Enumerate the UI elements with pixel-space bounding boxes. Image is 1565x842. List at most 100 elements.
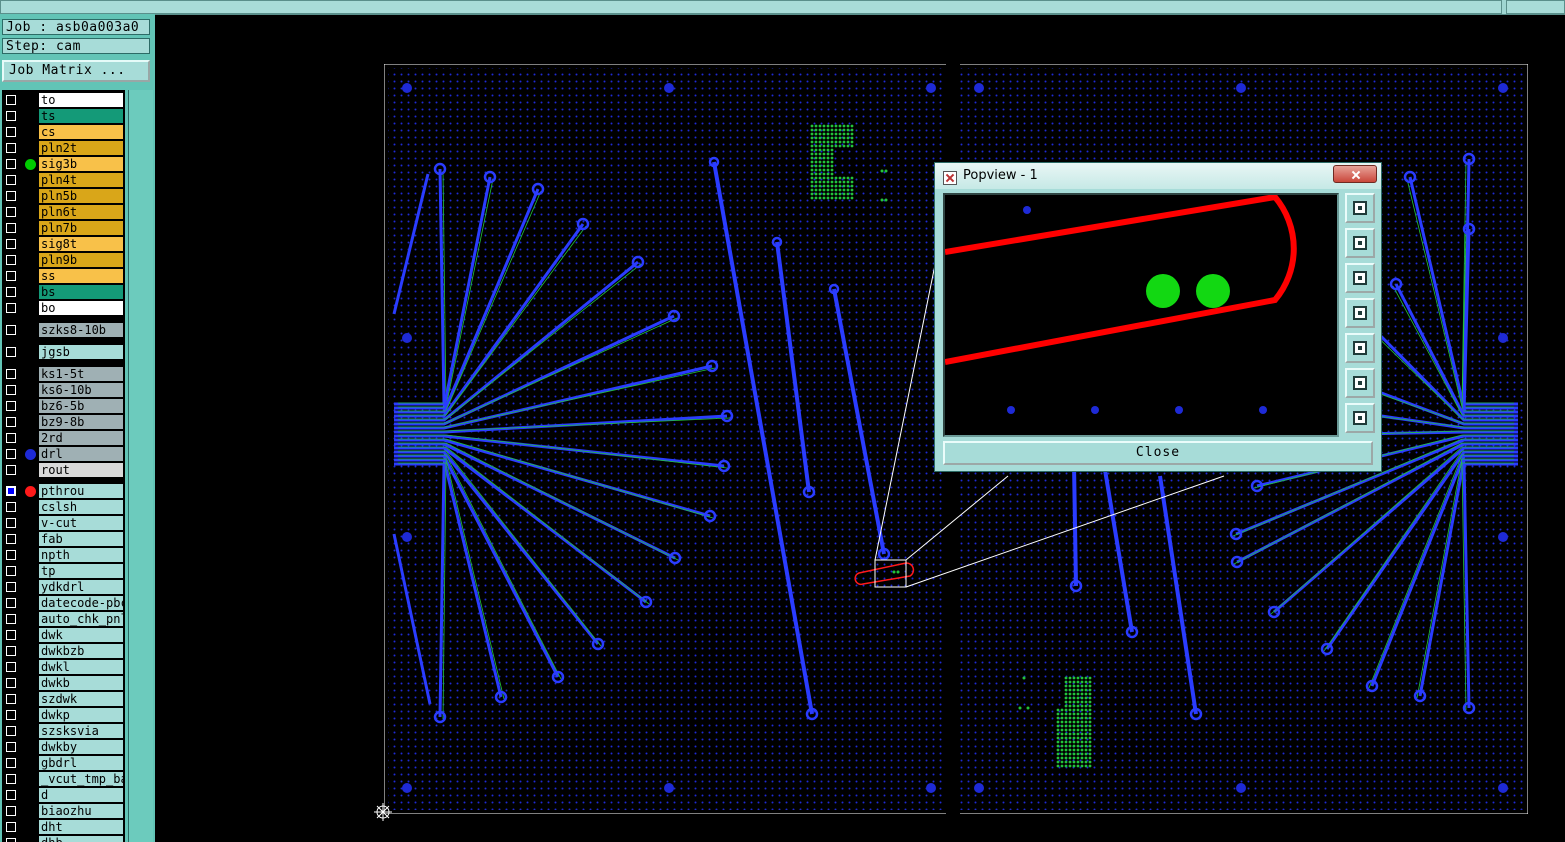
- layer-row-ydkdrl[interactable]: ydkdrl: [2, 579, 125, 595]
- layer-checkbox[interactable]: [6, 838, 16, 842]
- layer-checkbox[interactable]: [6, 598, 16, 608]
- layer-checkbox[interactable]: [6, 662, 16, 672]
- layer-row-dwkp[interactable]: dwkp: [2, 707, 125, 723]
- layer-row-szdwk[interactable]: szdwk: [2, 691, 125, 707]
- layer-row-2rd[interactable]: 2rd: [2, 430, 125, 446]
- layer-checkbox[interactable]: [6, 401, 16, 411]
- layer-row-d[interactable]: d: [2, 787, 125, 803]
- layer-row-bo[interactable]: bo: [2, 300, 125, 316]
- layer-checkbox[interactable]: [6, 790, 16, 800]
- layer-row-dwkl[interactable]: dwkl: [2, 659, 125, 675]
- layer-checkbox[interactable]: [6, 822, 16, 832]
- layer-row-tp[interactable]: tp: [2, 563, 125, 579]
- layer-row-fab[interactable]: fab: [2, 531, 125, 547]
- layer-row-ss[interactable]: ss: [2, 268, 125, 284]
- layer-checkbox[interactable]: [6, 550, 16, 560]
- layer-row-dwkbzb[interactable]: dwkbzb: [2, 643, 125, 659]
- layer-row-dwk[interactable]: dwk: [2, 627, 125, 643]
- layer-row-pln4t[interactable]: pln4t: [2, 172, 125, 188]
- layer-checkbox[interactable]: [6, 758, 16, 768]
- layer-row-dht[interactable]: dht: [2, 819, 125, 835]
- fit-screen-icon[interactable]: [1345, 403, 1375, 433]
- layer-checkbox[interactable]: [6, 255, 16, 265]
- layer-row-ts[interactable]: ts: [2, 108, 125, 124]
- layer-checkbox[interactable]: [6, 566, 16, 576]
- layer-checkbox[interactable]: [6, 385, 16, 395]
- layer-row-pln6t[interactable]: pln6t: [2, 204, 125, 220]
- layer-checkbox[interactable]: [6, 614, 16, 624]
- layer-row-bs[interactable]: bs: [2, 284, 125, 300]
- layer-checkbox[interactable]: [6, 694, 16, 704]
- layer-checkbox[interactable]: [6, 646, 16, 656]
- layer-row-gbdrl[interactable]: gbdrl: [2, 755, 125, 771]
- layer-row-sig8t[interactable]: sig8t: [2, 236, 125, 252]
- layer-row-drl[interactable]: drl: [2, 446, 125, 462]
- layer-row-dwkb[interactable]: dwkb: [2, 675, 125, 691]
- layer-checkbox[interactable]: [6, 143, 16, 153]
- layer-list-scrollbar[interactable]: [128, 90, 153, 842]
- layer-checkbox[interactable]: [6, 325, 16, 335]
- layer-checkbox[interactable]: [6, 369, 16, 379]
- layer-row-v-cut[interactable]: v-cut: [2, 515, 125, 531]
- layer-checkbox[interactable]: [6, 486, 16, 496]
- layer-checkbox[interactable]: [6, 127, 16, 137]
- layer-row-auto-chk-pnl[interactable]: auto_chk_pnl: [2, 611, 125, 627]
- layer-checkbox[interactable]: [6, 534, 16, 544]
- pan-left-icon[interactable]: [1345, 298, 1375, 328]
- layer-checkbox[interactable]: [6, 582, 16, 592]
- popview-close-icon[interactable]: [1333, 165, 1377, 183]
- layer-checkbox[interactable]: [6, 774, 16, 784]
- layer-checkbox[interactable]: [6, 449, 16, 459]
- layer-checkbox[interactable]: [6, 502, 16, 512]
- layer-row-ks1-5t[interactable]: ks1-5t: [2, 366, 125, 382]
- layer-checkbox[interactable]: [6, 710, 16, 720]
- layer-row-datecode-pbc[interactable]: datecode-pbc: [2, 595, 125, 611]
- zoom-out-icon[interactable]: [1345, 263, 1375, 293]
- layer-row-dwkby[interactable]: dwkby: [2, 739, 125, 755]
- layer-checkbox[interactable]: [6, 303, 16, 313]
- layer-checkbox[interactable]: [6, 630, 16, 640]
- layer-checkbox[interactable]: [6, 239, 16, 249]
- layer-checkbox[interactable]: [6, 223, 16, 233]
- layer-row--vcut-tmp-bak[interactable]: _vcut_tmp_bak: [2, 771, 125, 787]
- zoom-window-icon[interactable]: [1345, 193, 1375, 223]
- layer-row-pln5b[interactable]: pln5b: [2, 188, 125, 204]
- layer-row-biaozhu[interactable]: biaozhu: [2, 803, 125, 819]
- popview-canvas[interactable]: [943, 193, 1339, 437]
- layer-row-npth[interactable]: npth: [2, 547, 125, 563]
- layer-row-ks6-10b[interactable]: ks6-10b: [2, 382, 125, 398]
- layer-checkbox[interactable]: [6, 726, 16, 736]
- layer-row-rout[interactable]: rout: [2, 462, 125, 478]
- layer-checkbox[interactable]: [6, 465, 16, 475]
- layer-row-szks8-10b[interactable]: szks8-10b: [2, 322, 125, 338]
- layer-checkbox[interactable]: [6, 95, 16, 105]
- layer-row-dhb[interactable]: dhb: [2, 835, 125, 842]
- layer-checkbox[interactable]: [6, 207, 16, 217]
- layer-row-to[interactable]: to: [2, 92, 125, 108]
- layer-checkbox[interactable]: [6, 742, 16, 752]
- layer-checkbox[interactable]: [6, 271, 16, 281]
- layer-row-pln9b[interactable]: pln9b: [2, 252, 125, 268]
- layer-row-sig3b[interactable]: sig3b: [2, 156, 125, 172]
- layer-row-szsksvia[interactable]: szsksvia: [2, 723, 125, 739]
- layer-checkbox[interactable]: [6, 159, 16, 169]
- layer-row-cslsh[interactable]: cslsh: [2, 499, 125, 515]
- layer-checkbox[interactable]: [6, 433, 16, 443]
- layer-checkbox[interactable]: [6, 287, 16, 297]
- layer-checkbox[interactable]: [6, 806, 16, 816]
- pan-right-icon[interactable]: [1345, 333, 1375, 363]
- layer-checkbox[interactable]: [6, 175, 16, 185]
- layer-checkbox[interactable]: [6, 111, 16, 121]
- layer-row-pthrou[interactable]: pthrou: [2, 483, 125, 499]
- layer-checkbox[interactable]: [6, 191, 16, 201]
- popview-close-button[interactable]: Close: [943, 441, 1373, 465]
- zoom-in-icon[interactable]: [1345, 228, 1375, 258]
- fit-all-icon[interactable]: [1345, 368, 1375, 398]
- layer-row-bz6-5b[interactable]: bz6-5b: [2, 398, 125, 414]
- layer-checkbox[interactable]: [6, 518, 16, 528]
- layer-checkbox[interactable]: [6, 678, 16, 688]
- popview-titlebar[interactable]: Popview - 1: [935, 163, 1381, 189]
- layer-row-pln2t[interactable]: pln2t: [2, 140, 125, 156]
- layer-row-jgsb[interactable]: jgsb: [2, 344, 125, 360]
- layer-checkbox[interactable]: [6, 347, 16, 357]
